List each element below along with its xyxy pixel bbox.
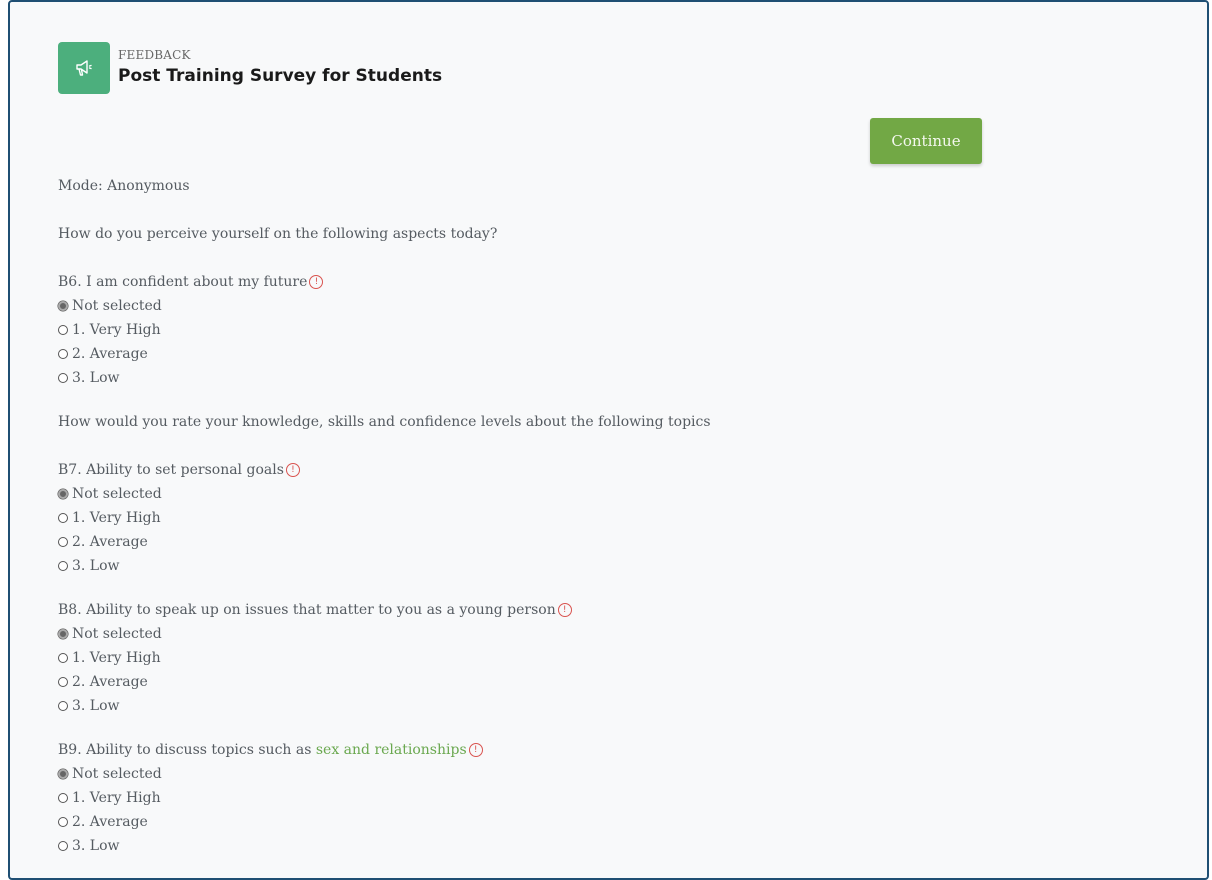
exclamation-circle-icon: ! bbox=[557, 603, 572, 617]
option-label: 2. Average bbox=[72, 814, 148, 830]
option-average[interactable]: 2. Average bbox=[58, 530, 1158, 554]
radio-icon[interactable] bbox=[58, 513, 68, 523]
radio-icon[interactable] bbox=[58, 537, 68, 547]
option-average[interactable]: 2. Average bbox=[58, 670, 1158, 694]
question-text: B9. Ability to discuss topics such as bbox=[58, 742, 316, 758]
option-very-high[interactable]: 1. Very High bbox=[58, 318, 1158, 342]
option-not-selected[interactable]: Not selected bbox=[58, 294, 1158, 318]
radio-icon[interactable] bbox=[58, 349, 68, 359]
exclamation-circle-icon: ! bbox=[285, 463, 300, 477]
option-label: 2. Average bbox=[72, 346, 148, 362]
radio-icon[interactable] bbox=[58, 653, 68, 663]
option-average[interactable]: 2. Average bbox=[58, 342, 1158, 366]
exclamation-circle-icon: ! bbox=[309, 275, 324, 289]
question-label: B7. Ability to set personal goals ! bbox=[58, 458, 1158, 482]
radio-icon[interactable] bbox=[58, 489, 68, 499]
option-not-selected[interactable]: Not selected bbox=[58, 622, 1158, 646]
question-b6: B6. I am confident about my future ! Not… bbox=[58, 270, 1158, 390]
question-text: B6. I am confident about my future bbox=[58, 274, 308, 290]
option-not-selected[interactable]: Not selected bbox=[58, 762, 1158, 786]
option-average[interactable]: 2. Average bbox=[58, 810, 1158, 834]
option-low[interactable]: 3. Low bbox=[58, 554, 1158, 578]
question-b9: B9. Ability to discuss topics such as se… bbox=[58, 738, 1158, 858]
option-label: Not selected bbox=[72, 626, 162, 642]
option-low[interactable]: 3. Low bbox=[58, 834, 1158, 858]
continue-button[interactable]: Continue bbox=[870, 118, 982, 164]
radio-icon[interactable] bbox=[58, 677, 68, 687]
option-label: Not selected bbox=[72, 766, 162, 782]
option-label: 1. Very High bbox=[72, 322, 161, 338]
radio-icon[interactable] bbox=[58, 793, 68, 803]
option-label: 3. Low bbox=[72, 370, 120, 386]
option-label: 1. Very High bbox=[72, 650, 161, 666]
option-label: 3. Low bbox=[72, 558, 120, 574]
section-intro-2: How would you rate your knowledge, skill… bbox=[58, 414, 711, 430]
mode-text: Mode: Anonymous bbox=[58, 178, 190, 194]
question-label: B6. I am confident about my future ! bbox=[58, 270, 1158, 294]
radio-icon[interactable] bbox=[58, 325, 68, 335]
question-label: B9. Ability to discuss topics such as se… bbox=[58, 738, 1158, 762]
option-label: Not selected bbox=[72, 298, 162, 314]
option-label: Not selected bbox=[72, 486, 162, 502]
exclamation-circle-icon: ! bbox=[468, 743, 483, 757]
option-label: 1. Very High bbox=[72, 790, 161, 806]
option-label: 3. Low bbox=[72, 838, 120, 854]
header-eyebrow: FEEDBACK bbox=[118, 47, 191, 62]
question-b8: B8. Ability to speak up on issues that m… bbox=[58, 598, 1158, 718]
survey-content: Mode: Anonymous How do you perceive your… bbox=[58, 174, 1158, 878]
radio-icon[interactable] bbox=[58, 817, 68, 827]
option-low[interactable]: 3. Low bbox=[58, 366, 1158, 390]
option-label: 1. Very High bbox=[72, 510, 161, 526]
radio-icon[interactable] bbox=[58, 561, 68, 571]
section-intro-1: How do you perceive yourself on the foll… bbox=[58, 226, 498, 242]
option-very-high[interactable]: 1. Very High bbox=[58, 786, 1158, 810]
megaphone-icon bbox=[58, 42, 110, 94]
question-b7: B7. Ability to set personal goals ! Not … bbox=[58, 458, 1158, 578]
radio-icon[interactable] bbox=[58, 301, 68, 311]
option-very-high[interactable]: 1. Very High bbox=[58, 646, 1158, 670]
option-label: 3. Low bbox=[72, 698, 120, 714]
option-very-high[interactable]: 1. Very High bbox=[58, 506, 1158, 530]
option-label: 2. Average bbox=[72, 534, 148, 550]
radio-icon[interactable] bbox=[58, 373, 68, 383]
question-label: B8. Ability to speak up on issues that m… bbox=[58, 598, 1158, 622]
option-not-selected[interactable]: Not selected bbox=[58, 482, 1158, 506]
question-text: B7. Ability to set personal goals bbox=[58, 462, 284, 478]
radio-icon[interactable] bbox=[58, 629, 68, 639]
option-low[interactable]: 3. Low bbox=[58, 694, 1158, 718]
radio-icon[interactable] bbox=[58, 841, 68, 851]
page-header: FEEDBACK Post Training Survey for Studen… bbox=[58, 42, 442, 94]
question-highlight-link[interactable]: sex and relationships bbox=[316, 738, 467, 762]
radio-icon[interactable] bbox=[58, 701, 68, 711]
option-label: 2. Average bbox=[72, 674, 148, 690]
survey-window: FEEDBACK Post Training Survey for Studen… bbox=[8, 0, 1209, 880]
page-title: Post Training Survey for Students bbox=[118, 65, 443, 86]
radio-icon[interactable] bbox=[58, 769, 68, 779]
question-text: B8. Ability to speak up on issues that m… bbox=[58, 602, 556, 618]
